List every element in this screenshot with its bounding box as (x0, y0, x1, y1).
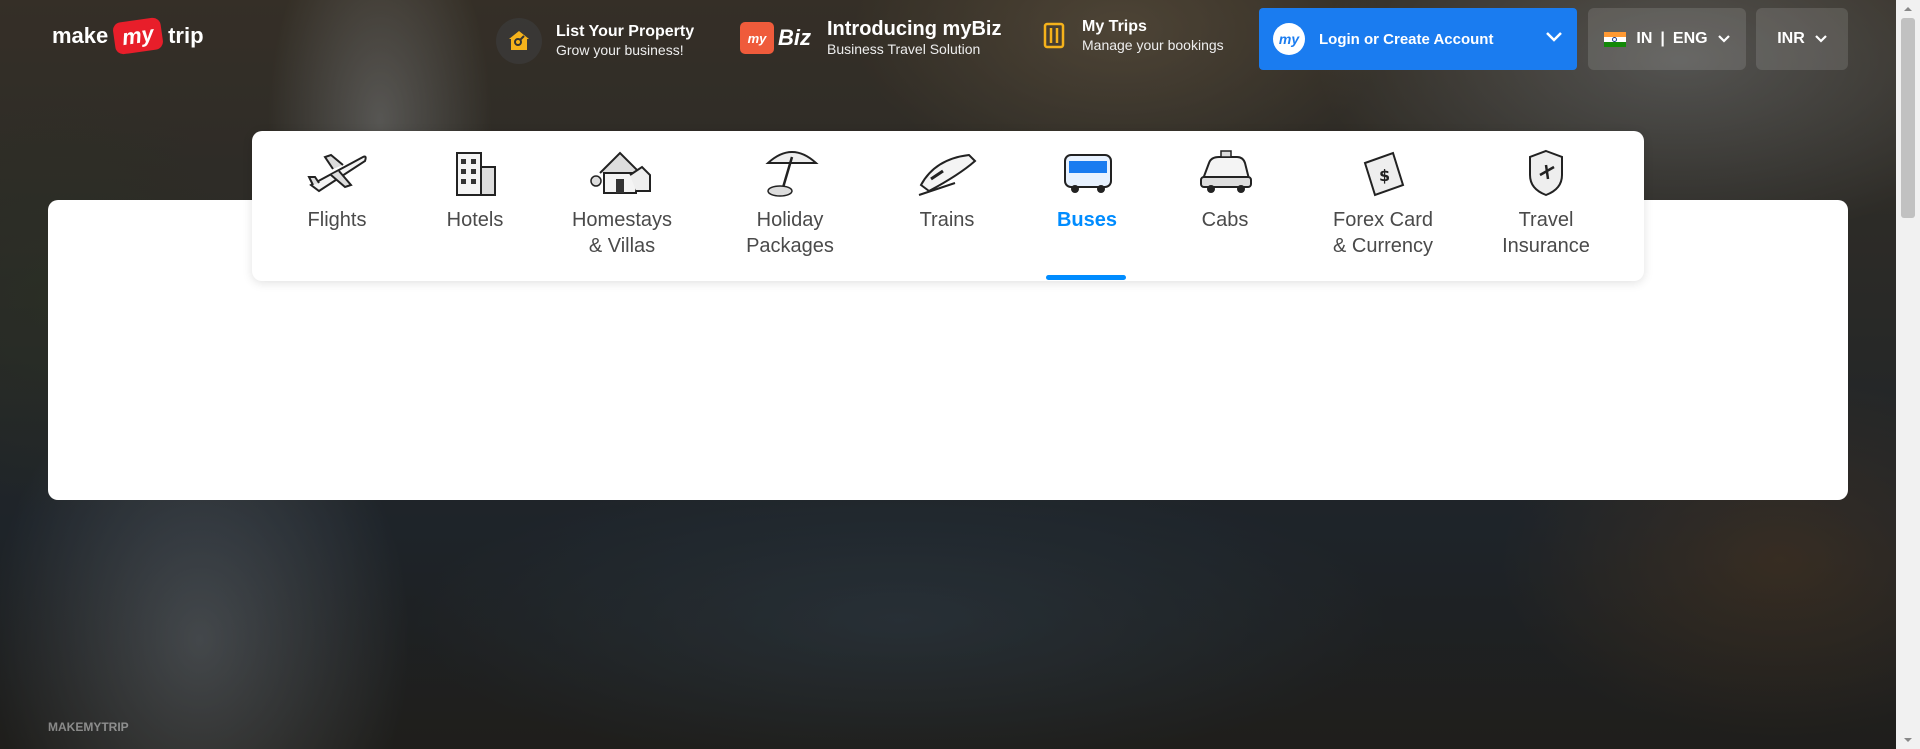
suitcase-icon (1042, 19, 1066, 54)
nav-label: Holiday Packages (746, 209, 834, 257)
login-label: Login or Create Account (1319, 30, 1494, 48)
country-language-selector[interactable]: IN | ENG (1588, 8, 1746, 70)
mybiz-badge: my (740, 22, 774, 54)
nav-label: Buses (1056, 209, 1118, 231)
nav-item-holiday-packages[interactable]: Holiday Packages (730, 145, 850, 259)
nav-label: Homestays & Villas (571, 209, 673, 257)
nav-item-buses[interactable]: Buses (1042, 145, 1132, 233)
mybiz-word: Biz (778, 25, 811, 50)
cab-icon (1200, 150, 1252, 193)
language-code: ENG (1672, 30, 1708, 47)
nav-label: Flights (307, 209, 367, 231)
nav-item-trains[interactable]: Trains (902, 145, 992, 233)
bus-icon (1064, 154, 1112, 193)
nav-item-homestays-villas[interactable]: Homestays & Villas (562, 145, 682, 259)
footer-brand-text: MAKEMYTRIP (48, 720, 129, 734)
logo-trip: trip (168, 23, 204, 48)
chevron-down-icon (1815, 30, 1827, 48)
nav-item-travel-insurance[interactable]: Travel Insurance (1496, 145, 1596, 259)
forex-card-icon: $ (1363, 151, 1405, 197)
nav-item-hotels[interactable]: Hotels (430, 145, 520, 233)
currency-code: INR (1777, 30, 1805, 47)
list-property-link[interactable]: List Your Property Grow your business! (496, 18, 694, 64)
mmt-badge-icon: my (1273, 23, 1305, 55)
locale-separator: | (1660, 30, 1665, 47)
page-scrollbar[interactable] (1896, 0, 1920, 749)
makemytrip-logo[interactable]: make my trip (52, 16, 204, 56)
nav-item-forex-card-currency[interactable]: $ Forex Card & Currency (1318, 145, 1448, 259)
login-create-account-button[interactable]: my Login or Create Account (1259, 8, 1577, 70)
my-trips-subtitle: Manage your bookings (1082, 37, 1224, 53)
nav-label: Travel Insurance (1502, 209, 1590, 257)
house-icon (590, 151, 651, 194)
scroll-down-icon[interactable] (1896, 731, 1920, 749)
my-trips-link[interactable]: My Trips Manage your bookings (1042, 18, 1224, 54)
train-icon (918, 153, 977, 196)
active-tab-indicator (1046, 275, 1126, 280)
insurance-shield-icon (1529, 149, 1563, 197)
list-property-title: List Your Property (556, 23, 695, 40)
mybiz-bag-icon: my Biz (740, 22, 811, 54)
logo-make: make (52, 23, 109, 48)
list-property-subtitle: Grow your business! (556, 42, 684, 58)
scroll-thumb[interactable] (1901, 18, 1915, 218)
scroll-up-icon[interactable] (1896, 0, 1920, 18)
country-code: IN (1636, 30, 1653, 47)
mybiz-title: Introducing myBiz (827, 18, 1002, 40)
nav-item-flights[interactable]: Flights (292, 145, 382, 233)
nav-label: Trains (919, 209, 975, 231)
chevron-down-icon (1545, 30, 1563, 48)
nav-label: Forex Card & Currency (1332, 209, 1434, 257)
nav-item-cabs[interactable]: Cabs (1180, 145, 1270, 233)
key-house-icon (496, 18, 542, 64)
product-nav: Flights Hotels Homestays & Villas Holida… (252, 131, 1644, 281)
nav-label: Cabs (1201, 209, 1249, 231)
mybiz-subtitle: Business Travel Solution (827, 41, 981, 57)
india-flag-icon (1604, 31, 1627, 47)
mybiz-link[interactable]: my Biz Introducing myBiz Business Travel… (740, 18, 1001, 58)
chevron-down-icon (1717, 30, 1730, 48)
top-header: make my trip List Your Property Grow you… (0, 0, 1900, 78)
nav-label: Hotels (446, 209, 504, 231)
airplane-icon (307, 153, 367, 193)
svg-text:$: $ (1379, 166, 1390, 185)
hotel-building-icon (456, 152, 496, 196)
logo-my: my (112, 16, 165, 56)
beach-umbrella-icon (765, 151, 819, 197)
my-trips-title: My Trips (1082, 18, 1147, 35)
currency-selector[interactable]: INR (1756, 8, 1848, 70)
